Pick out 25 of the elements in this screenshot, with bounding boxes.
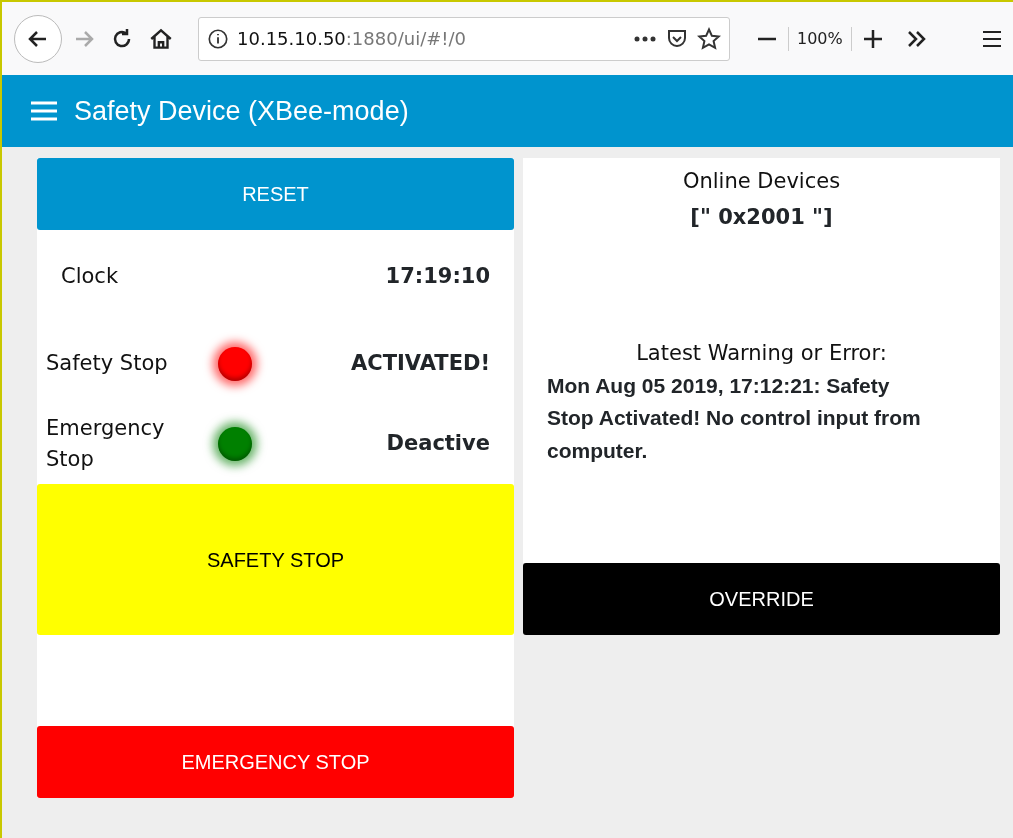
warning-label: Latest Warning or Error: xyxy=(636,340,887,367)
zoom-level[interactable]: 100% xyxy=(788,26,852,51)
star-icon[interactable] xyxy=(697,26,721,51)
indicator-label: Safety Stop xyxy=(46,350,169,378)
url-path: :1880/ui/#!/0 xyxy=(345,28,467,49)
back-button[interactable] xyxy=(14,14,62,63)
online-devices-value: [" 0x2001 "] xyxy=(690,203,833,231)
address-bar[interactable]: 10.15.10.50:1880/ui/#!/0 xyxy=(198,16,730,61)
indicator-label: Emergency Stop xyxy=(46,414,166,474)
menu-icon[interactable] xyxy=(30,100,58,122)
app-title: Safety Device (XBee-mode) xyxy=(74,94,409,128)
more-icon[interactable] xyxy=(633,34,657,43)
safety-stop-button[interactable]: SAFETY STOP xyxy=(37,484,514,636)
info-icon xyxy=(207,27,229,50)
override-button[interactable]: OVERRIDE xyxy=(523,563,1000,635)
clock-value: 17:19:10 xyxy=(385,263,490,291)
warning-message: Mon Aug 05 2019, 17:12:21: Safety Stop Activated! No control input from computer. xyxy=(546,372,922,464)
online-devices-label: Online Devices xyxy=(682,168,841,195)
emergency-stop-button[interactable]: EMERGENCY STOP xyxy=(37,726,514,798)
clock-label: Clock xyxy=(61,263,119,291)
indicator-value: ACTIVATED! xyxy=(351,350,490,378)
plus-icon xyxy=(861,27,884,50)
url-host: 10.15.10.50 xyxy=(237,28,346,49)
minus-icon xyxy=(756,36,778,41)
indicator-value: Deactive xyxy=(386,430,490,458)
